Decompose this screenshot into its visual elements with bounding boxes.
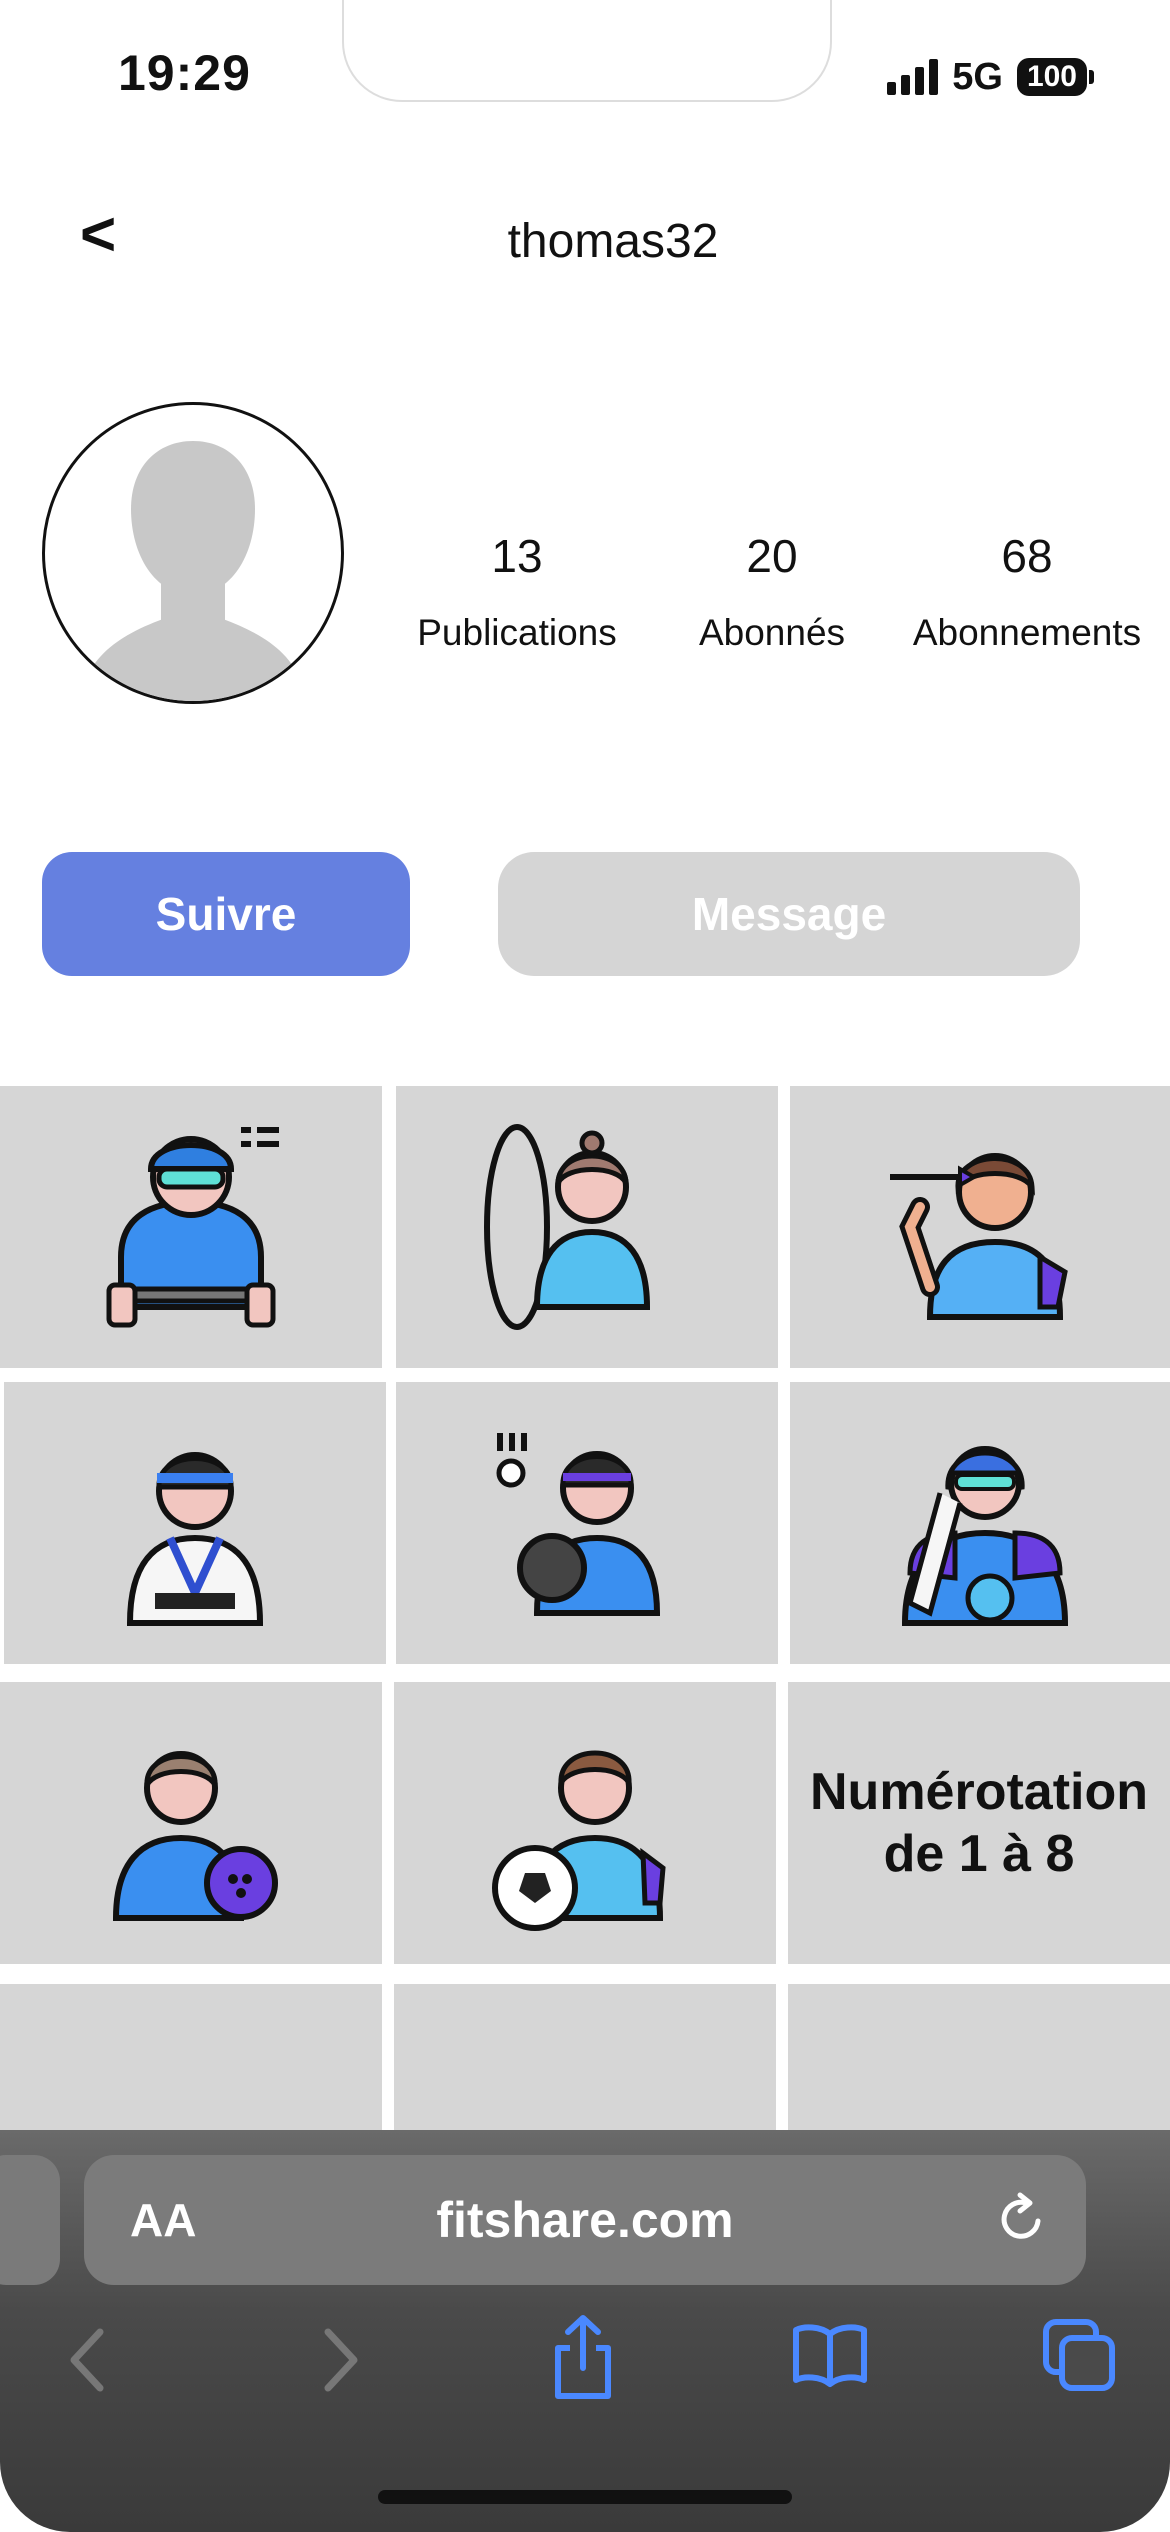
post-tile-numbering[interactable]: Numérotation de 1 à 8 bbox=[788, 1682, 1170, 1964]
stat-following[interactable]: 68 Abonnements bbox=[894, 520, 1160, 654]
status-time: 19:29 bbox=[118, 45, 251, 101]
post-tile-hula-hoop[interactable] bbox=[396, 1086, 778, 1368]
hockey-player-icon bbox=[901, 1446, 1069, 1626]
stat-value: 13 bbox=[491, 530, 543, 582]
post-tile-bowling[interactable] bbox=[396, 1382, 778, 1664]
stat-followers[interactable]: 20 Abonnés bbox=[674, 520, 870, 654]
battery-icon: 100 bbox=[1016, 58, 1094, 96]
browser-nav-row bbox=[0, 2315, 1170, 2430]
forward-nav-icon[interactable] bbox=[316, 2320, 366, 2405]
home-indicator bbox=[378, 2490, 792, 2504]
soccer-player-icon bbox=[492, 1750, 666, 1931]
post-tile-cyclist[interactable] bbox=[0, 1086, 382, 1368]
stat-label: Publications bbox=[417, 612, 617, 653]
darts-player-icon bbox=[890, 1153, 1068, 1320]
bowler-icon bbox=[112, 1751, 278, 1921]
numbering-note: Numérotation de 1 à 8 bbox=[810, 1763, 1148, 1883]
posts-grid: Numérotation de 1 à 8 bbox=[0, 1086, 1170, 2144]
stat-label: Abonnements bbox=[912, 612, 1142, 653]
bookmarks-icon[interactable] bbox=[790, 2320, 870, 2395]
stat-value: 20 bbox=[746, 530, 798, 582]
karate-icon bbox=[126, 1452, 264, 1626]
hula-hoop-icon bbox=[484, 1124, 651, 1330]
follow-button[interactable]: Suivre bbox=[42, 852, 410, 976]
page-title: thomas32 bbox=[507, 215, 719, 268]
status-bar: 19:29 5G 100 bbox=[0, 0, 1170, 150]
tabs-icon[interactable] bbox=[1040, 2316, 1120, 2401]
browser-toolbar: AA fitshare.com bbox=[0, 2130, 1170, 2532]
post-tile-karate[interactable] bbox=[4, 1382, 386, 1664]
post-tile-bowler[interactable] bbox=[0, 1682, 382, 1964]
post-tile-darts[interactable] bbox=[790, 1086, 1170, 1368]
post-tile-soccer[interactable] bbox=[394, 1682, 776, 1964]
previous-tab-preview[interactable] bbox=[0, 2155, 60, 2285]
reload-icon[interactable] bbox=[994, 2191, 1050, 2252]
post-tile-empty[interactable] bbox=[394, 1984, 776, 2144]
bowling-player-icon bbox=[496, 1433, 661, 1616]
stat-label: Abonnés bbox=[698, 612, 846, 653]
network-label: 5G bbox=[952, 55, 1003, 98]
avatar[interactable] bbox=[42, 402, 344, 704]
person-silhouette-icon bbox=[81, 441, 305, 701]
back-nav-icon[interactable] bbox=[62, 2320, 112, 2405]
stat-publications[interactable]: 13 Publications bbox=[404, 520, 630, 654]
address-bar[interactable]: AA fitshare.com bbox=[84, 2155, 1086, 2285]
cyclist-icon bbox=[106, 1127, 279, 1328]
post-tile-empty[interactable] bbox=[0, 1984, 382, 2144]
signal-icon bbox=[887, 59, 939, 95]
status-indicators: 5G 100 bbox=[887, 56, 1094, 98]
stat-value: 68 bbox=[1001, 530, 1053, 582]
share-icon[interactable] bbox=[548, 2312, 618, 2407]
post-tile-hockey[interactable] bbox=[790, 1382, 1170, 1664]
post-tile-empty[interactable] bbox=[788, 1984, 1170, 2144]
device-notch bbox=[342, 0, 832, 102]
battery-level: 100 bbox=[1016, 58, 1087, 96]
url-text: fitshare.com bbox=[436, 2192, 734, 2248]
message-button[interactable]: Message bbox=[498, 852, 1080, 976]
